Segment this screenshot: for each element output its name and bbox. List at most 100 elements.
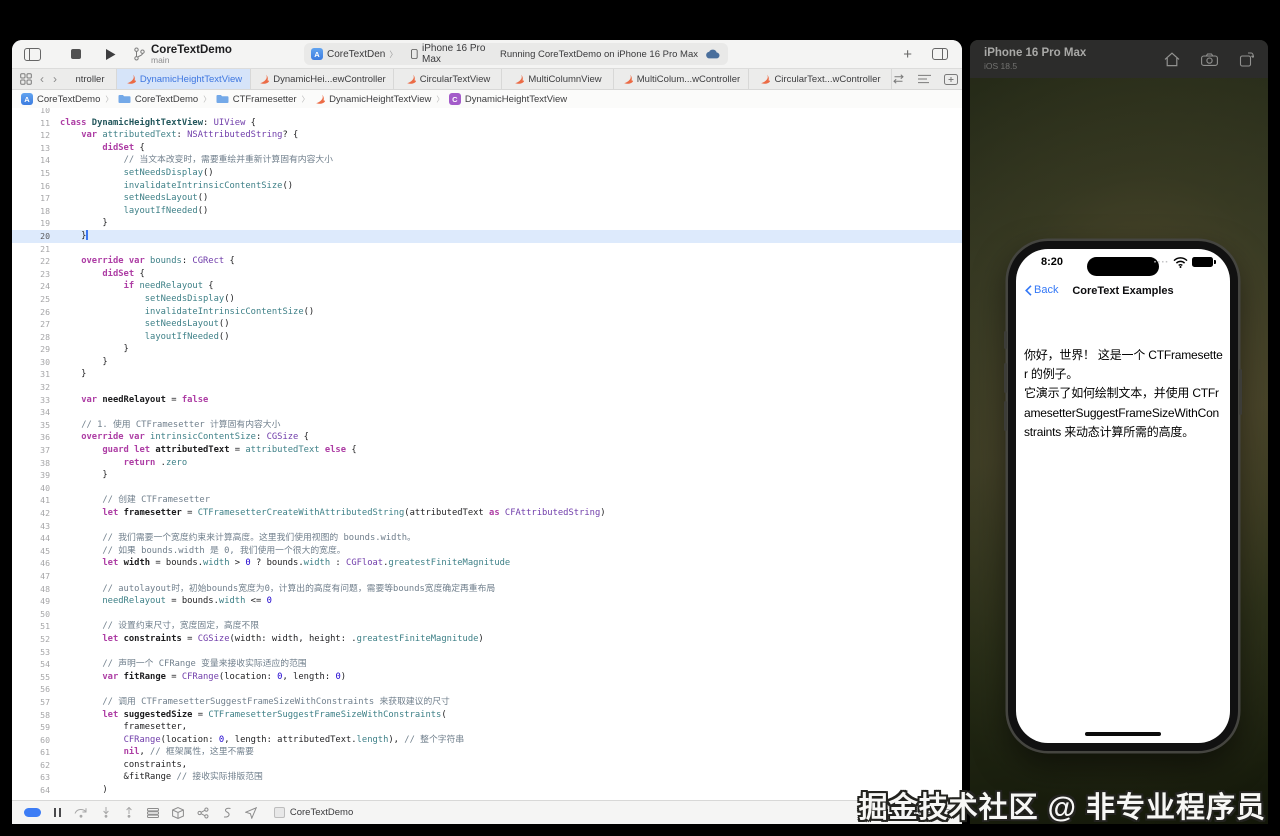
line-number[interactable]: 20	[12, 230, 50, 243]
step-over-icon[interactable]	[74, 807, 88, 818]
code-line[interactable]: 52 let constraints = CGSize(width: width…	[12, 633, 962, 646]
line-number[interactable]: 58	[12, 709, 50, 722]
step-out-icon[interactable]	[124, 807, 134, 818]
home-button-icon[interactable]	[1164, 51, 1180, 67]
code-line[interactable]: 60 CFRange(location: 0, length: attribut…	[12, 734, 962, 747]
line-number[interactable]: 57	[12, 696, 50, 709]
code-line[interactable]: 13 didSet {	[12, 142, 962, 155]
toggle-navigator-icon[interactable]	[24, 47, 41, 61]
line-number[interactable]: 15	[12, 167, 50, 180]
line-number[interactable]: 55	[12, 671, 50, 684]
code-line[interactable]: 11 class DynamicHeightTextView: UIView {	[12, 117, 962, 130]
line-number[interactable]: 48	[12, 583, 50, 596]
code-line[interactable]: 27 setNeedsLayout()	[12, 318, 962, 331]
code-line[interactable]: 44 // 我们需要一个宽度约束来计算高度。这里我们使用视图的 bounds.w…	[12, 532, 962, 545]
code-line[interactable]: 26 invalidateIntrinsicContentSize()	[12, 306, 962, 319]
line-number[interactable]: 16	[12, 180, 50, 193]
breadcrumb-item-coretextdemo[interactable]: CoreTextDemo	[118, 94, 198, 105]
code-line[interactable]: 39 }	[12, 469, 962, 482]
pause-button[interactable]	[54, 808, 61, 817]
code-line[interactable]: 16 invalidateIntrinsicContentSize()	[12, 180, 962, 193]
code-line[interactable]: 50	[12, 608, 962, 621]
code-line[interactable]: 36 override var intrinsicContentSize: CG…	[12, 431, 962, 444]
code-line[interactable]: 40	[12, 482, 962, 495]
memory-graph-icon[interactable]	[197, 806, 209, 819]
line-number[interactable]: 28	[12, 331, 50, 344]
code-line[interactable]: 30 }	[12, 356, 962, 369]
screenshot-camera-icon[interactable]	[1201, 52, 1218, 66]
tab-circulartextview[interactable]: CircularTextView	[394, 69, 502, 89]
tab-circulartext-wcontroller[interactable]: CircularText...wController	[749, 69, 892, 89]
code-line[interactable]: 46 let width = bounds.width > 0 ? bounds…	[12, 557, 962, 570]
code-line[interactable]: 61 nil, // 框架属性，这里不需要	[12, 746, 962, 759]
tab-multicolum-wcontroller[interactable]: MultiColum...wController	[614, 69, 749, 89]
toggle-inspector-icon[interactable]	[932, 48, 948, 60]
code-line[interactable]: 54 // 声明一个 CFRange 变量来接收实际适应的范围	[12, 658, 962, 671]
scheme-selector[interactable]: A CoreTextDen 〉	[304, 43, 404, 65]
line-number[interactable]: 41	[12, 494, 50, 507]
debug-hierarchy-icon[interactable]	[146, 807, 159, 818]
line-number[interactable]: 14	[12, 154, 50, 167]
code-line[interactable]: 45 // 如果 bounds.width 是 0, 我们使用一个很大的宽度。	[12, 545, 962, 558]
line-number[interactable]: 53	[12, 646, 50, 659]
run-button[interactable]	[105, 48, 116, 61]
code-line[interactable]: 62 constraints,	[12, 759, 962, 772]
code-line[interactable]: 14 // 当文本改变时，需要重绘并重新计算固有内容大小	[12, 154, 962, 167]
library-plus-button[interactable]: +	[903, 47, 912, 62]
code-line[interactable]: 33 var needRelayout = false	[12, 394, 962, 407]
breadcrumb-item-coretextdemo[interactable]: A CoreTextDemo	[21, 93, 100, 105]
code-line[interactable]: 53	[12, 646, 962, 659]
line-number[interactable]: 30	[12, 356, 50, 369]
line-number[interactable]: 32	[12, 381, 50, 394]
code-line[interactable]: 63 &fitRange // 接收实际排版范围	[12, 771, 962, 784]
line-number[interactable]: 46	[12, 557, 50, 570]
code-line[interactable]: 21	[12, 243, 962, 256]
line-number[interactable]: 29	[12, 343, 50, 356]
code-line[interactable]: 55 var fitRange = CFRange(location: 0, l…	[12, 671, 962, 684]
line-number[interactable]: 63	[12, 771, 50, 784]
code-line[interactable]: 37 guard let attributedText = attributed…	[12, 444, 962, 457]
line-number[interactable]: 43	[12, 520, 50, 533]
activity-status[interactable]: Running CoreTextDemo on iPhone 16 Pro Ma…	[500, 49, 728, 60]
code-line[interactable]: 48 // autolayout时，初始bounds宽度为0，计算出的高度有问题…	[12, 583, 962, 596]
code-line[interactable]: 59 framesetter,	[12, 721, 962, 734]
line-number[interactable]: 50	[12, 608, 50, 621]
line-number[interactable]: 45	[12, 545, 50, 558]
line-number[interactable]: 12	[12, 129, 50, 142]
code-line[interactable]: 64 )	[12, 784, 962, 797]
navigate-back-icon[interactable]: ‹	[39, 73, 45, 85]
breakpoints-toggle[interactable]	[24, 808, 41, 817]
navigate-forward-icon[interactable]: ›	[52, 73, 58, 85]
simulate-location-icon[interactable]	[244, 806, 257, 819]
code-line[interactable]: 58 let suggestedSize = CTFramesetterSugg…	[12, 709, 962, 722]
view-debugger-icon[interactable]	[171, 806, 184, 819]
rotate-device-icon[interactable]	[1239, 51, 1254, 67]
tab-dynamicheighttextview[interactable]: DynamicHeightTextView	[117, 69, 251, 89]
line-number[interactable]: 33	[12, 394, 50, 407]
line-number[interactable]: 36	[12, 431, 50, 444]
add-editor-icon[interactable]	[944, 73, 958, 85]
code-line[interactable]: 29 }	[12, 343, 962, 356]
line-number[interactable]: 37	[12, 444, 50, 457]
line-number[interactable]: 56	[12, 683, 50, 696]
line-number[interactable]: 17	[12, 192, 50, 205]
line-number[interactable]: 13	[12, 142, 50, 155]
line-number[interactable]: 10	[12, 108, 50, 117]
code-line[interactable]: 31 }	[12, 368, 962, 381]
swap-editor-icon[interactable]	[892, 74, 905, 84]
line-number[interactable]: 42	[12, 507, 50, 520]
line-number[interactable]: 64	[12, 784, 50, 797]
line-number[interactable]: 35	[12, 419, 50, 432]
code-line[interactable]: 42 let framesetter = CTFramesetterCreate…	[12, 507, 962, 520]
line-number[interactable]: 54	[12, 658, 50, 671]
tab-overview-icon[interactable]	[20, 73, 32, 85]
line-number[interactable]: 49	[12, 595, 50, 608]
home-indicator[interactable]	[1085, 732, 1161, 736]
code-line[interactable]: 22 override var bounds: CGRect {	[12, 255, 962, 268]
destination-selector[interactable]: iPhone 16 Pro Max	[404, 43, 500, 65]
line-number[interactable]: 31	[12, 368, 50, 381]
code-line[interactable]: 32	[12, 381, 962, 394]
line-number[interactable]: 61	[12, 746, 50, 759]
line-number[interactable]: 26	[12, 306, 50, 319]
line-number[interactable]: 40	[12, 482, 50, 495]
